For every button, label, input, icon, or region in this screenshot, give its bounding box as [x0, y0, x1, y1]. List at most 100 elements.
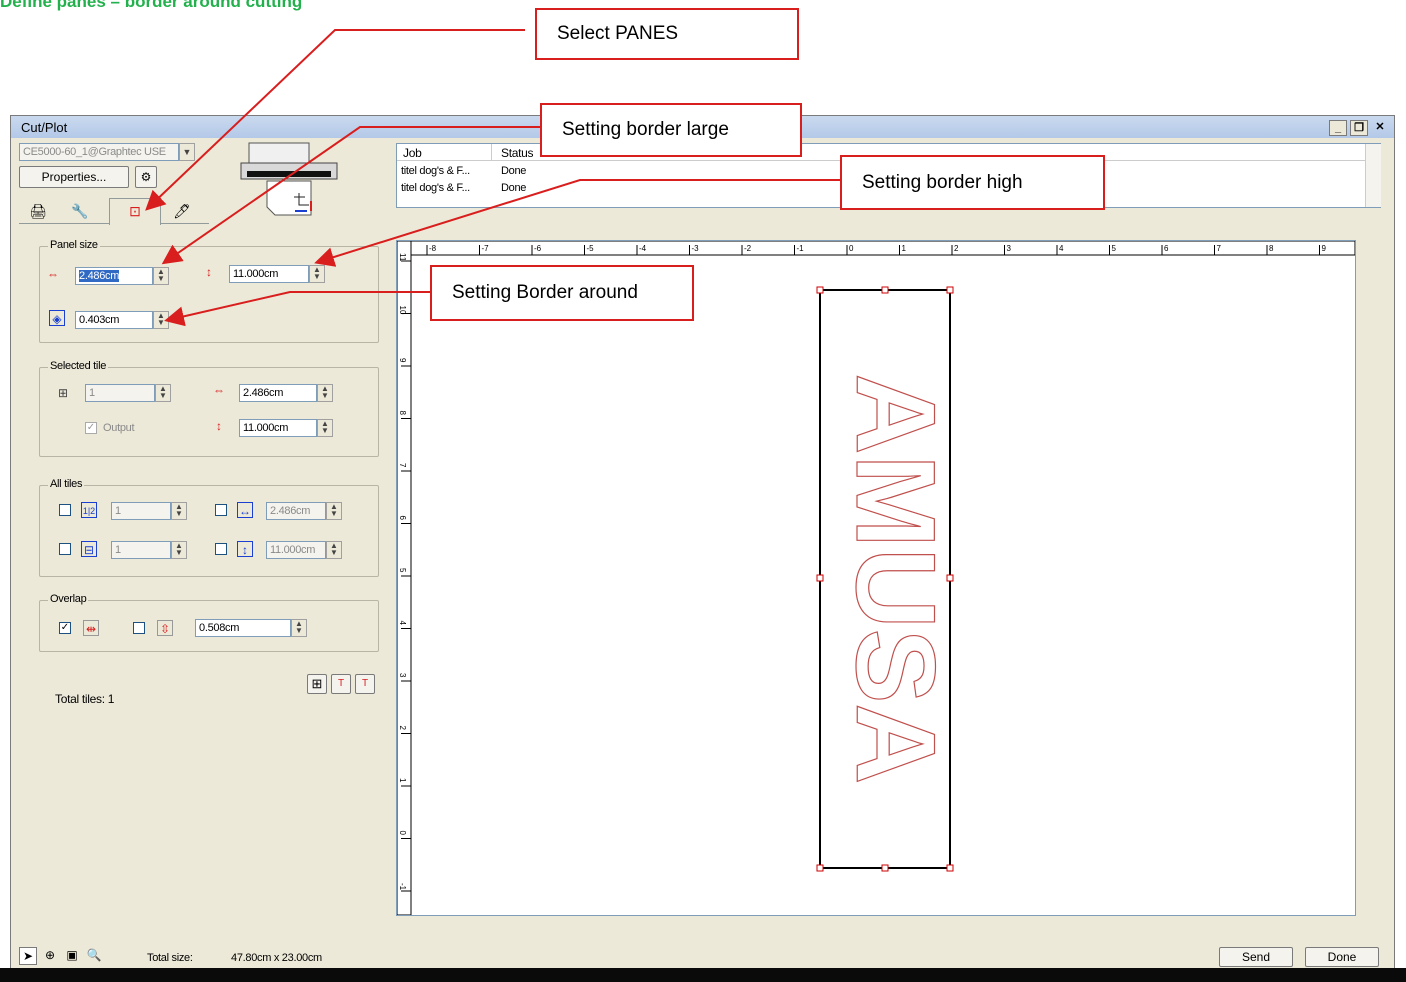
total-size-value: 47.80cm x 23.00cm	[231, 952, 322, 964]
done-button[interactable]: Done	[1305, 947, 1379, 967]
v-ruler-label: 10	[398, 306, 407, 315]
all-tiles-group: All tiles	[39, 478, 379, 577]
h-ruler-label: 1	[902, 244, 907, 253]
all-tiles-rows-input[interactable]: 1	[111, 541, 171, 559]
h-ruler-label: -3	[692, 244, 700, 253]
selected-tile-group: Selected tile	[39, 360, 379, 457]
panel-width-input[interactable]: 2.486cm	[75, 267, 153, 285]
tile-grid-icon: ⊞	[57, 386, 69, 400]
canvas-drawing[interactable]: -8 -7 -6 -5 -4 -3 -2 -1 0 1 2 3 4 5 6 7 8 9 1110987654321…	[397, 241, 1355, 915]
width-arrow-icon: ⇔	[47, 267, 59, 281]
v-ruler-label: 6	[398, 516, 407, 521]
h-ruler-label: 4	[1059, 244, 1064, 253]
tab-output-icon[interactable]: 🖨	[21, 200, 55, 224]
tab-cutter-icon[interactable]: 🖊	[165, 200, 199, 224]
all-tiles-rows-checkbox[interactable]	[59, 543, 71, 555]
fit-page-icon[interactable]: ▣	[63, 947, 81, 965]
tile-height-all-icon: ↕	[237, 541, 253, 557]
status-column-header[interactable]: Status	[501, 146, 534, 160]
job-list-scrollbar[interactable]	[1365, 144, 1381, 207]
h-ruler-label: 6	[1164, 244, 1169, 253]
tab-tools-icon[interactable]: 🔧	[63, 200, 97, 224]
callout-border-large: Setting border large	[540, 103, 802, 157]
job-row-2-name[interactable]: titel dog's & F...	[401, 182, 470, 194]
selected-tile-index[interactable]: 1	[85, 384, 155, 402]
h-ruler-label: -6	[534, 244, 542, 253]
selected-tile-width-spinner[interactable]: ▲ ▼	[317, 384, 333, 402]
output-checkbox[interactable]: ✓	[85, 422, 97, 434]
add-tile-icon[interactable]: T	[355, 674, 375, 694]
panel-height-input[interactable]: 11.000cm	[229, 265, 309, 283]
all-tiles-width-input[interactable]: 2.486cm	[266, 502, 326, 520]
height-arrow-icon: ↕	[206, 265, 212, 279]
selected-tile-height-spinner[interactable]: ▲ ▼	[317, 419, 333, 437]
settings-icon[interactable]: ⚙	[135, 166, 157, 188]
v-ruler-label: 5	[398, 568, 407, 573]
send-button[interactable]: Send	[1219, 947, 1293, 967]
h-ruler-label: 5	[1112, 244, 1117, 253]
callout-border-around: Setting Border around	[430, 265, 694, 321]
overlap-input[interactable]: 0.508cm	[195, 619, 291, 637]
all-tiles-cols-checkbox[interactable]	[59, 504, 71, 516]
h-ruler-label: -4	[639, 244, 647, 253]
tile-layout-icon[interactable]: ⊞	[307, 674, 327, 694]
job-column-header[interactable]: Job	[403, 146, 422, 160]
overlap-horizontal-icon: ⇹	[83, 620, 99, 636]
remove-tile-icon[interactable]: T	[331, 674, 351, 694]
all-tiles-width-spinner[interactable]: ▲ ▼	[326, 502, 342, 520]
border-around-icon: ◈	[49, 310, 65, 326]
overlap-spinner[interactable]: ▲ ▼	[291, 619, 307, 637]
h-ruler-label: 2	[954, 244, 959, 253]
overlap-horizontal-checkbox[interactable]: ✓	[59, 622, 71, 634]
h-ruler-label: 3	[1007, 244, 1012, 253]
plotter-illustration	[240, 142, 338, 216]
columns-icon: 1|2	[81, 502, 97, 518]
status-bar: ➤ ⊕ ▣ 🔍 Total size: 47.80cm x 23.00cm Se…	[11, 944, 1396, 969]
panel-size-label: Panel size	[48, 239, 100, 251]
all-tiles-width-checkbox[interactable]	[215, 504, 227, 516]
zoom-in-icon[interactable]: ⊕	[41, 947, 59, 965]
panel-width-spinner[interactable]: ▲ ▼	[153, 267, 169, 285]
job-row-2-status: Done	[501, 182, 527, 194]
v-ruler-label: 9	[398, 358, 407, 363]
zoom-tool-icon[interactable]: 🔍	[85, 947, 103, 965]
all-tiles-rows-spinner[interactable]: ▲ ▼	[171, 541, 187, 559]
overlap-vertical-checkbox[interactable]	[133, 622, 145, 634]
output-label: Output	[103, 422, 135, 434]
panel-border-input[interactable]: 0.403cm	[75, 311, 153, 329]
job-row-1-name[interactable]: titel dog's & F...	[401, 165, 470, 177]
cut-plot-window: Cut/Plot _ ❐ ✕ CE5000-60_1@Graphtec USE …	[10, 115, 1395, 982]
minimize-button[interactable]: _	[1329, 120, 1347, 136]
selected-tile-label: Selected tile	[48, 360, 109, 372]
v-ruler-label: 0	[398, 831, 407, 836]
panel-border-spinner[interactable]: ▲ ▼	[153, 311, 169, 329]
arrow-cursor-icon[interactable]: ➤	[19, 947, 37, 965]
h-ruler-label: -5	[587, 244, 595, 253]
window-title: Cut/Plot	[21, 120, 68, 135]
job-row-1-status: Done	[501, 165, 527, 177]
bottom-bar	[0, 968, 1406, 982]
all-tiles-height-input[interactable]: 11.000cm	[266, 541, 326, 559]
all-tiles-height-checkbox[interactable]	[215, 543, 227, 555]
plot-canvas[interactable]: -8 -7 -6 -5 -4 -3 -2 -1 0 1 2 3 4 5 6 7 8 9 11 10 9 8 7 6 5 4 3 2 1…	[396, 240, 1356, 916]
all-tiles-height-spinner[interactable]: ▲ ▼	[326, 541, 342, 559]
panel-height-spinner[interactable]: ▲ ▼	[309, 265, 325, 283]
device-dropdown-arrow[interactable]: ▼	[179, 143, 195, 161]
overlap-label: Overlap	[48, 593, 89, 605]
h-ruler-label: -7	[482, 244, 490, 253]
all-tiles-cols-input[interactable]: 1	[111, 502, 171, 520]
close-button[interactable]: ✕	[1371, 120, 1389, 136]
h-ruler-label: 9	[1322, 244, 1327, 253]
selected-tile-height[interactable]: 11.000cm	[239, 419, 317, 437]
all-tiles-cols-spinner[interactable]: ▲ ▼	[171, 502, 187, 520]
total-tiles-text: Total tiles: 1	[55, 692, 115, 706]
restore-button[interactable]: ❐	[1350, 120, 1368, 136]
tab-panes-icon[interactable]: ⊡	[109, 198, 161, 225]
device-select[interactable]: CE5000-60_1@Graphtec USE	[19, 143, 179, 161]
callout-select-panes: Select PANES	[535, 8, 799, 60]
h-ruler-label: 0	[849, 244, 854, 253]
selected-tile-spinner[interactable]: ▲ ▼	[155, 384, 171, 402]
h-ruler-label: 7	[1217, 244, 1222, 253]
selected-tile-width[interactable]: 2.486cm	[239, 384, 317, 402]
properties-button[interactable]: Properties...	[19, 166, 129, 188]
